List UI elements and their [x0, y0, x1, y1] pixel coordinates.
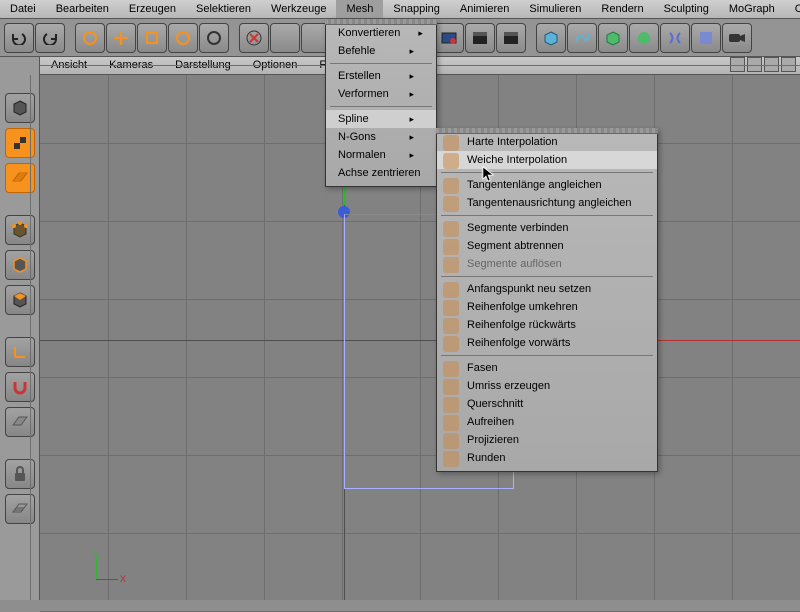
menuitem-umriss-erzeugen[interactable]: Umriss erzeugen: [437, 377, 657, 395]
menu-mesh[interactable]: Mesh: [336, 0, 383, 18]
menuitem-icon: [443, 221, 459, 237]
lasso-tool[interactable]: [199, 23, 229, 53]
menuitem-segmente-verbinden[interactable]: Segmente verbinden: [437, 219, 657, 237]
menuitem-reihenfolge-vorw-rts[interactable]: Reihenfolge vorwärts: [437, 334, 657, 352]
menuitem-icon: [443, 178, 459, 194]
mesh-menu[interactable]: Konvertieren▸Befehle▸ Erstellen▸Verformen…: [325, 19, 437, 187]
menuitem-icon: [443, 300, 459, 316]
rotate-tool[interactable]: [168, 23, 198, 53]
menubar: DateiBearbeitenErzeugenSelektierenWerkze…: [0, 0, 800, 19]
menuitem-icon: [443, 239, 459, 255]
menuitem-icon: [443, 397, 459, 413]
menu-werkzeuge[interactable]: Werkzeuge: [261, 0, 336, 18]
menuitem-aufreihen[interactable]: Aufreihen: [437, 413, 657, 431]
x-lock-button[interactable]: [239, 23, 269, 53]
camera-icon[interactable]: [722, 23, 752, 53]
render-region-button[interactable]: [434, 23, 464, 53]
menu-animieren[interactable]: Animieren: [450, 0, 520, 18]
menuitem-icon: [443, 415, 459, 431]
menuitem-icon: [443, 361, 459, 377]
menuitem-segmente-aufl-sen: Segmente auflösen: [437, 255, 657, 273]
menuitem-icon: [443, 318, 459, 334]
move-tool[interactable]: [106, 23, 136, 53]
menu-rendern[interactable]: Rendern: [591, 0, 653, 18]
environment-icon[interactable]: [691, 23, 721, 53]
menuitem-icon: [443, 451, 459, 467]
menuitem-befehle[interactable]: Befehle▸: [326, 42, 436, 60]
menuitem-tangentenausrichtung-angleichen[interactable]: Tangentenausrichtung angleichen: [437, 194, 657, 212]
menuitem-reihenfolge-r-ckw-rts[interactable]: Reihenfolge rückwärts: [437, 316, 657, 334]
clapper-icon[interactable]: [496, 23, 526, 53]
menuitem-konvertieren[interactable]: Konvertieren▸: [326, 24, 436, 42]
menuitem-icon: [443, 282, 459, 298]
menuitem-segment-abtrennen[interactable]: Segment abtrennen: [437, 237, 657, 255]
menuitem-icon: [443, 336, 459, 352]
menuitem-weiche-interpolation[interactable]: Weiche Interpolation: [437, 151, 657, 169]
menuitem-anfangspunkt-neu-setzen[interactable]: Anfangspunkt neu setzen: [437, 280, 657, 298]
nurbs-icon[interactable]: [598, 23, 628, 53]
mini-axis: Y X: [90, 550, 130, 590]
menuitem-icon: [443, 433, 459, 449]
menuitem-icon: [443, 135, 459, 151]
clapper-icon[interactable]: [465, 23, 495, 53]
menu-mograph[interactable]: MoGraph: [719, 0, 785, 18]
menu-charak[interactable]: Charak: [785, 0, 800, 18]
menuitem-icon: [443, 196, 459, 212]
menuitem-icon: [443, 379, 459, 395]
menu-bearbeiten[interactable]: Bearbeiten: [46, 0, 119, 18]
cube-icon[interactable]: [536, 23, 566, 53]
menu-erzeugen[interactable]: Erzeugen: [119, 0, 186, 18]
menuitem-tangentenl-nge-angleichen[interactable]: Tangentenlänge angleichen: [437, 176, 657, 194]
spline-icon[interactable]: [567, 23, 597, 53]
menu-datei[interactable]: Datei: [0, 0, 46, 18]
menuitem-icon: [443, 153, 459, 169]
menuitem-reihenfolge-umkehren[interactable]: Reihenfolge umkehren: [437, 298, 657, 316]
mode-toolbar: [0, 57, 40, 600]
menuitem-projizieren[interactable]: Projizieren: [437, 431, 657, 449]
spline-submenu[interactable]: Harte InterpolationWeiche Interpolation T…: [436, 128, 658, 472]
menuitem-querschnitt[interactable]: Querschnitt: [437, 395, 657, 413]
scale-tool[interactable]: [137, 23, 167, 53]
deformer-icon[interactable]: [660, 23, 690, 53]
menu-sculpting[interactable]: Sculpting: [654, 0, 719, 18]
generator-icon[interactable]: [629, 23, 659, 53]
menuitem-normalen[interactable]: Normalen▸: [326, 146, 436, 164]
select-tool[interactable]: [75, 23, 105, 53]
menuitem-icon: [443, 257, 459, 273]
menu-simulieren[interactable]: Simulieren: [519, 0, 591, 18]
menuitem-fasen[interactable]: Fasen: [437, 359, 657, 377]
menuitem-n-gons[interactable]: N-Gons▸: [326, 128, 436, 146]
redo-button[interactable]: [35, 23, 65, 53]
undo-button[interactable]: [4, 23, 34, 53]
menuitem-verformen[interactable]: Verformen▸: [326, 85, 436, 103]
menuitem-spline[interactable]: Spline▸: [326, 110, 436, 128]
menu-snapping[interactable]: Snapping: [383, 0, 450, 18]
menuitem-achse-zentrieren[interactable]: Achse zentrieren▸: [326, 164, 436, 182]
toolbar-button[interactable]: [270, 23, 300, 53]
menuitem-harte-interpolation[interactable]: Harte Interpolation: [437, 133, 657, 151]
menuitem-runden[interactable]: Runden: [437, 449, 657, 467]
menuitem-erstellen[interactable]: Erstellen▸: [326, 67, 436, 85]
menu-selektieren[interactable]: Selektieren: [186, 0, 261, 18]
